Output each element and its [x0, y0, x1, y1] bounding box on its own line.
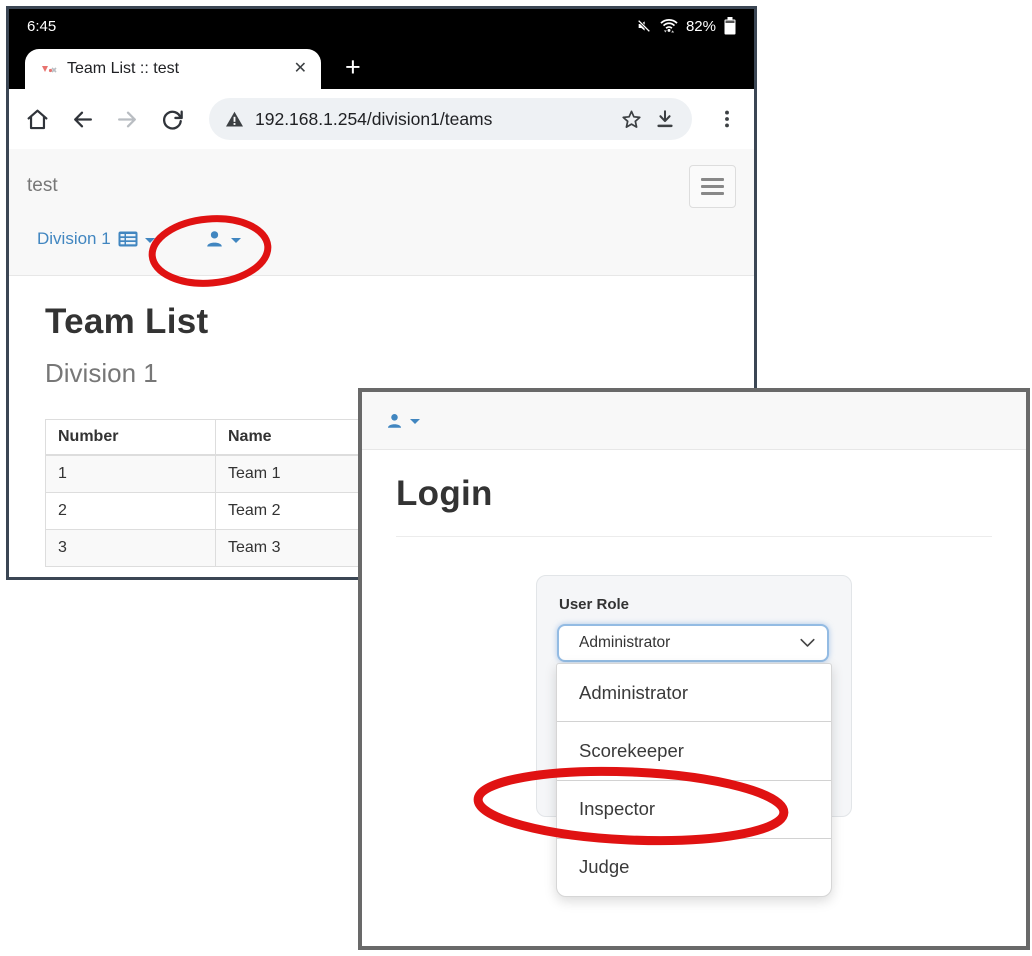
tab-title: Team List :: test — [67, 60, 284, 78]
bookmark-star-icon[interactable] — [620, 108, 643, 131]
browser-menu-icon[interactable] — [716, 107, 738, 131]
site-warning-icon[interactable] — [225, 111, 244, 128]
option-judge[interactable]: Judge — [557, 838, 831, 896]
team-number: 2 — [46, 493, 216, 530]
user-icon — [205, 229, 224, 249]
user-menu-dropdown[interactable] — [205, 229, 241, 249]
mute-icon — [636, 18, 652, 34]
url-bar[interactable]: 192.168.1.254/division1/teams — [209, 98, 692, 140]
navbar-toggle-button[interactable] — [689, 165, 736, 208]
user-role-label: User Role — [559, 596, 851, 613]
page-subtitle: Division 1 — [45, 358, 718, 389]
page-title: Team List — [45, 302, 718, 342]
forward-icon[interactable] — [115, 107, 140, 132]
reload-icon[interactable] — [160, 107, 185, 132]
chevron-down-icon — [145, 238, 155, 243]
login-navbar — [362, 392, 1026, 450]
browser-tab-strip: Team List :: test ✕ + — [9, 43, 754, 89]
status-time: 6:45 — [27, 18, 56, 35]
login-screenshot: Login User Role Administrator Administra… — [358, 388, 1030, 950]
login-title: Login — [396, 474, 992, 514]
chevron-down-icon — [231, 238, 241, 243]
division-link-label: Division 1 — [37, 229, 111, 249]
wifi-icon — [660, 18, 678, 34]
team-number: 3 — [46, 530, 216, 567]
back-icon[interactable] — [70, 107, 95, 132]
url-text: 192.168.1.254/division1/teams — [255, 109, 609, 130]
chevron-down-icon — [410, 419, 420, 424]
new-tab-button[interactable]: + — [345, 54, 361, 81]
option-inspector[interactable]: Inspector — [557, 780, 831, 838]
selected-role-value: Administrator — [579, 634, 800, 652]
login-content: Login — [362, 474, 1026, 537]
user-icon — [386, 412, 403, 430]
column-header-number: Number — [46, 420, 216, 456]
user-role-select[interactable]: Administrator — [557, 624, 829, 662]
favicon-icon — [41, 62, 57, 76]
home-icon[interactable] — [25, 107, 50, 132]
divider — [396, 536, 992, 537]
battery-percent: 82% — [686, 18, 716, 35]
composite-canvas: 6:45 82% Team List :: test ✕ — [0, 0, 1032, 956]
team-number: 1 — [46, 455, 216, 493]
option-administrator[interactable]: Administrator — [557, 664, 831, 721]
select-chevron-icon — [800, 638, 815, 648]
battery-icon — [724, 17, 736, 35]
division-dropdown[interactable]: Division 1 — [37, 229, 155, 249]
tab-close-icon[interactable]: ✕ — [294, 61, 307, 77]
site-navbar: test Division 1 — [9, 149, 754, 276]
browser-toolbar: 192.168.1.254/division1/teams — [9, 89, 754, 149]
site-brand[interactable]: test — [27, 175, 58, 197]
option-scorekeeper[interactable]: Scorekeeper — [557, 721, 831, 779]
list-table-icon — [118, 231, 138, 247]
download-icon[interactable] — [654, 108, 676, 130]
active-tab[interactable]: Team List :: test ✕ — [25, 49, 321, 89]
android-status-bar: 6:45 82% — [9, 9, 754, 43]
role-options-dropdown: Administrator Scorekeeper Inspector Judg… — [556, 663, 832, 897]
user-menu-dropdown[interactable] — [386, 412, 420, 430]
